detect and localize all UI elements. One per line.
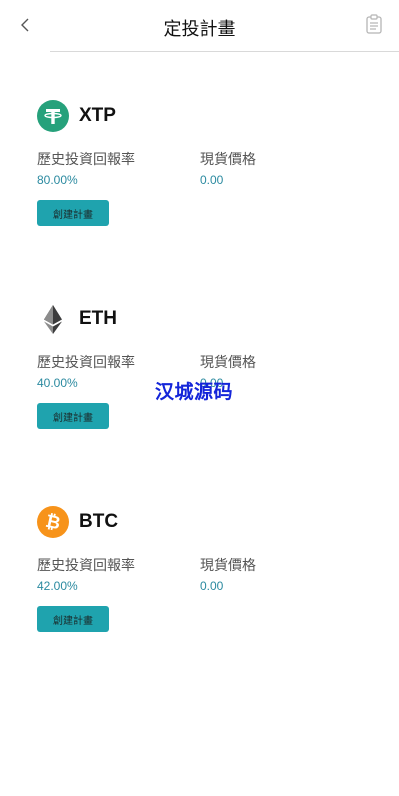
coin-header: ₿ BTC bbox=[37, 505, 118, 539]
current-price-value: 0.00 bbox=[200, 173, 224, 187]
coin-header: ETH bbox=[37, 302, 117, 336]
header-divider bbox=[50, 51, 399, 52]
coin-name: XTP bbox=[79, 105, 116, 126]
records-button[interactable] bbox=[365, 14, 385, 36]
svg-text:₿: ₿ bbox=[44, 511, 63, 535]
coin-header: XTP bbox=[37, 99, 116, 133]
coin-name: ETH bbox=[79, 308, 117, 329]
create-plan-button[interactable]: 創建計畫 bbox=[37, 200, 109, 226]
bitcoin-icon: ₿ bbox=[37, 506, 69, 538]
watermark-text: 汉城源码 bbox=[155, 381, 234, 403]
create-plan-button[interactable]: 創建計畫 bbox=[37, 606, 109, 632]
current-price-label: 現貨價格 bbox=[200, 355, 256, 371]
return-rate-value: 40.00% bbox=[37, 376, 78, 390]
page-title: 定投計畫 bbox=[163, 19, 236, 40]
create-plan-button[interactable]: 創建計畫 bbox=[37, 403, 109, 429]
return-rate-label: 歷史投資回報率 bbox=[37, 558, 135, 574]
ethereum-icon bbox=[37, 303, 69, 335]
plan-card-btc: ₿ BTC 歷史投資回報率 現貨價格 42.00% 0.00 創建計畫 bbox=[37, 505, 377, 655]
current-price-label: 現貨價格 bbox=[200, 558, 256, 574]
return-rate-value: 42.00% bbox=[37, 579, 78, 593]
clipboard-icon bbox=[366, 14, 382, 34]
return-rate-value: 80.00% bbox=[37, 173, 78, 187]
current-price-value: 0.00 bbox=[200, 579, 224, 593]
return-rate-label: 歷史投資回報率 bbox=[37, 152, 135, 168]
plan-card-xtp: XTP 歷史投資回報率 現貨價格 80.00% 0.00 創建計畫 bbox=[37, 99, 377, 249]
tether-icon bbox=[37, 100, 69, 132]
top-nav-bar: 定投計畫 bbox=[0, 0, 399, 52]
return-rate-label: 歷史投資回報率 bbox=[37, 355, 135, 371]
current-price-label: 現貨價格 bbox=[200, 152, 256, 168]
coin-name: BTC bbox=[79, 511, 119, 532]
